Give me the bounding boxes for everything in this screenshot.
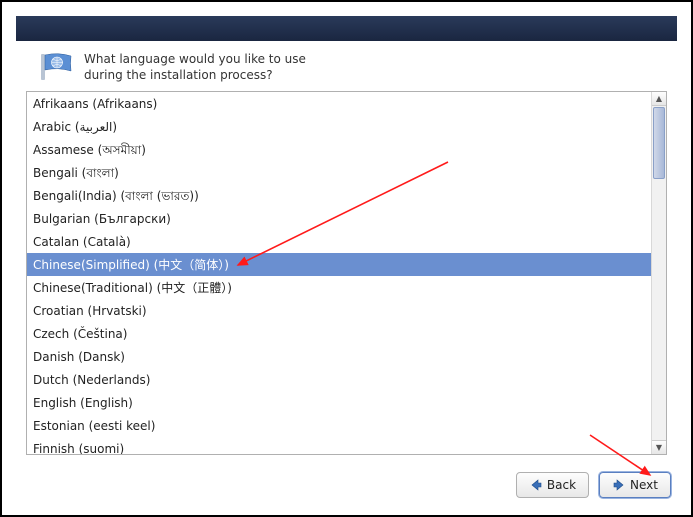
installer-window: What language would you like to use duri…: [2, 2, 691, 515]
scroll-thumb[interactable]: [653, 107, 665, 179]
language-option[interactable]: Afrikaans (Afrikaans): [27, 92, 651, 115]
language-option[interactable]: Bulgarian (Български): [27, 207, 651, 230]
language-option[interactable]: Estonian (eesti keel): [27, 414, 651, 437]
language-list-frame: Afrikaans (Afrikaans)Arabic (العربية)Ass…: [26, 91, 667, 455]
scroll-down-button[interactable]: ▼: [652, 440, 666, 454]
language-option[interactable]: Chinese(Traditional) (中文（正體）): [27, 276, 651, 299]
back-button[interactable]: Back: [516, 472, 589, 498]
arrow-right-icon: [612, 478, 626, 492]
header: What language would you like to use duri…: [2, 41, 691, 91]
language-option[interactable]: Croatian (Hrvatski): [27, 299, 651, 322]
language-option[interactable]: English (English): [27, 391, 651, 414]
prompt-text: What language would you like to use duri…: [84, 51, 344, 83]
language-option[interactable]: Czech (Čeština): [27, 322, 651, 345]
language-option[interactable]: Chinese(Simplified) (中文（简体）): [27, 253, 651, 276]
language-option[interactable]: Dutch (Nederlands): [27, 368, 651, 391]
language-option[interactable]: Danish (Dansk): [27, 345, 651, 368]
scrollbar[interactable]: ▲ ▼: [651, 92, 666, 454]
language-option[interactable]: Bengali(India) (বাংলা (ভারত)): [27, 184, 651, 207]
language-option[interactable]: Arabic (العربية): [27, 115, 651, 138]
button-bar: Back Next: [2, 465, 691, 515]
scroll-up-button[interactable]: ▲: [652, 92, 666, 106]
language-option[interactable]: Finnish (suomi): [27, 437, 651, 454]
back-label: Back: [547, 478, 576, 492]
top-banner: [16, 16, 677, 41]
language-option[interactable]: Catalan (Català): [27, 230, 651, 253]
language-list[interactable]: Afrikaans (Afrikaans)Arabic (العربية)Ass…: [27, 92, 651, 454]
arrow-left-icon: [529, 478, 543, 492]
next-button[interactable]: Next: [599, 472, 671, 498]
language-option[interactable]: Assamese (অসমীয়া): [27, 138, 651, 161]
language-option[interactable]: Bengali (বাংলা): [27, 161, 651, 184]
next-label: Next: [630, 478, 658, 492]
globe-flag-icon: [40, 53, 74, 81]
